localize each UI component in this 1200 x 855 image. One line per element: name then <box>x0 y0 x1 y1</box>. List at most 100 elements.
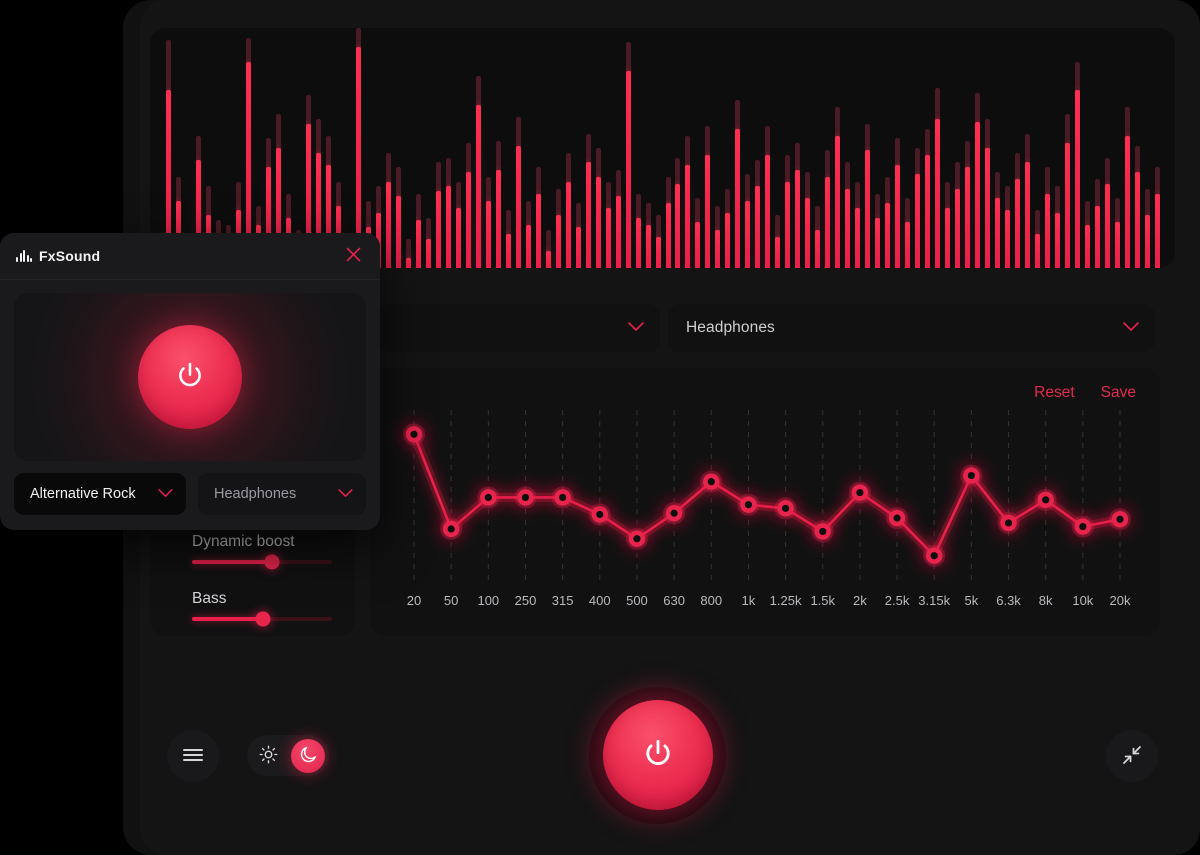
equalizer-node[interactable] <box>588 503 611 526</box>
spectrum-visualizer <box>150 28 1175 268</box>
spectrum-bar <box>915 148 921 268</box>
spectrum-bar-level <box>615 196 621 268</box>
slider-bass[interactable]: Bass <box>192 590 332 627</box>
spectrum-bar-level <box>1155 193 1160 268</box>
moon-icon <box>299 745 318 767</box>
equalizer-node[interactable] <box>811 520 834 543</box>
equalizer-node[interactable] <box>848 481 871 504</box>
spectrum-bar-level <box>1075 90 1081 268</box>
equalizer-node[interactable] <box>440 518 463 540</box>
spectrum-bar-level <box>1005 210 1011 268</box>
equalizer-node[interactable] <box>1071 515 1094 538</box>
equalizer-panel: Reset Save 20 50 100 250 315 400 500 630… <box>370 368 1160 636</box>
spectrum-bar-level <box>525 224 531 268</box>
equalizer-frequency-label: 250 <box>514 593 537 608</box>
spectrum-bar-level <box>545 251 551 268</box>
spectrum-bar-level <box>1125 136 1131 268</box>
equalizer-node[interactable] <box>886 507 909 530</box>
slider-fill <box>192 560 272 564</box>
spectrum-bar-level <box>895 164 901 268</box>
equalizer-node[interactable] <box>1109 508 1131 531</box>
spectrum-bar <box>505 210 511 268</box>
spectrum-bar <box>515 116 521 268</box>
spectrum-bar <box>835 107 841 268</box>
equalizer-node[interactable] <box>923 544 946 567</box>
spectrum-bar <box>1075 61 1081 268</box>
equalizer-node[interactable] <box>737 493 760 516</box>
output-device-dropdown[interactable]: Headphones <box>668 304 1155 352</box>
overlay-titlebar[interactable]: FxSound <box>0 233 380 280</box>
spectrum-bar <box>555 188 561 268</box>
spectrum-bar <box>655 215 661 268</box>
spectrum-bar <box>1105 157 1111 268</box>
spectrum-bar <box>485 176 491 268</box>
spectrum-bar-level <box>715 229 721 268</box>
spectrum-bar-level <box>835 136 841 268</box>
equalizer-node[interactable] <box>960 464 983 487</box>
equalizer-frequency-label: 1.5k <box>810 593 836 608</box>
equalizer-plot[interactable] <box>396 410 1138 580</box>
theme-toggle[interactable] <box>247 735 329 776</box>
slider-track[interactable] <box>192 611 332 627</box>
equalizer-node[interactable] <box>700 470 723 493</box>
equalizer-node[interactable] <box>1034 488 1057 511</box>
equalizer-node[interactable] <box>514 486 537 509</box>
spectrum-bar <box>525 200 531 268</box>
equalizer-frequency-label: 2.5k <box>884 593 910 608</box>
spectrum-bar <box>865 124 871 268</box>
preset-dropdown[interactable] <box>378 304 660 352</box>
equalizer-node[interactable] <box>997 511 1020 534</box>
spectrum-bar <box>575 203 581 268</box>
equalizer-node[interactable] <box>403 423 425 446</box>
equalizer-node[interactable] <box>477 486 500 509</box>
main-power-button[interactable] <box>603 700 713 810</box>
equalizer-node[interactable] <box>663 502 686 525</box>
spectrum-bar-level <box>765 155 771 268</box>
equalizer-curve-svg <box>403 410 1131 580</box>
spectrum-bar-level <box>935 119 941 268</box>
spectrum-bar-level <box>925 155 931 268</box>
spectrum-bar <box>755 160 761 268</box>
save-button[interactable]: Save <box>1099 382 1138 404</box>
equalizer-node[interactable] <box>625 527 648 550</box>
collapse-button[interactable] <box>1106 730 1158 782</box>
spectrum-bar <box>1045 167 1051 268</box>
slider-track[interactable] <box>192 554 332 570</box>
spectrum-bar <box>855 181 861 268</box>
equalizer-node[interactable] <box>774 497 797 520</box>
spectrum-bar <box>435 162 441 268</box>
overlay-power-button[interactable] <box>138 325 242 429</box>
spectrum-bar-level <box>975 121 981 268</box>
equalizer-frequency-label: 3.15k <box>918 593 951 608</box>
equalizer-frequency-label: 20 <box>406 593 422 608</box>
spectrum-bar-level <box>505 234 511 268</box>
spectrum-bar-level <box>665 203 671 268</box>
reset-button[interactable]: Reset <box>1032 382 1077 404</box>
equalizer-actions: Reset Save <box>1032 382 1138 404</box>
spectrum-bar <box>495 140 501 268</box>
spectrum-bar-level <box>985 148 991 268</box>
light-theme-option[interactable] <box>251 739 285 773</box>
spectrum-bar-level <box>845 188 851 268</box>
spectrum-bar <box>735 100 741 268</box>
spectrum-bar-level <box>755 186 761 268</box>
spectrum-bar <box>825 150 831 268</box>
slider-dynamic-boost[interactable]: Dynamic boost <box>192 533 332 570</box>
spectrum-bar-level <box>1105 184 1111 268</box>
spectrum-bar-level <box>775 236 781 268</box>
menu-button[interactable] <box>167 730 219 782</box>
spectrum-bar <box>445 157 451 268</box>
spectrum-bar <box>775 215 781 268</box>
overlay-dropdown-row: Alternative Rock Headphones <box>14 473 366 515</box>
overlay-output-dropdown[interactable]: Headphones <box>198 473 366 515</box>
close-button[interactable] <box>340 243 366 269</box>
spectrum-bar-level <box>515 145 521 268</box>
sun-icon <box>259 745 278 767</box>
spectrum-bar <box>705 126 711 268</box>
spectrum-bar <box>415 193 421 268</box>
slider-label: Dynamic boost <box>192 533 295 550</box>
overlay-preset-dropdown[interactable]: Alternative Rock <box>14 473 186 515</box>
dark-theme-option[interactable] <box>291 738 325 773</box>
spectrum-bar <box>1005 186 1011 268</box>
equalizer-node[interactable] <box>551 486 574 509</box>
